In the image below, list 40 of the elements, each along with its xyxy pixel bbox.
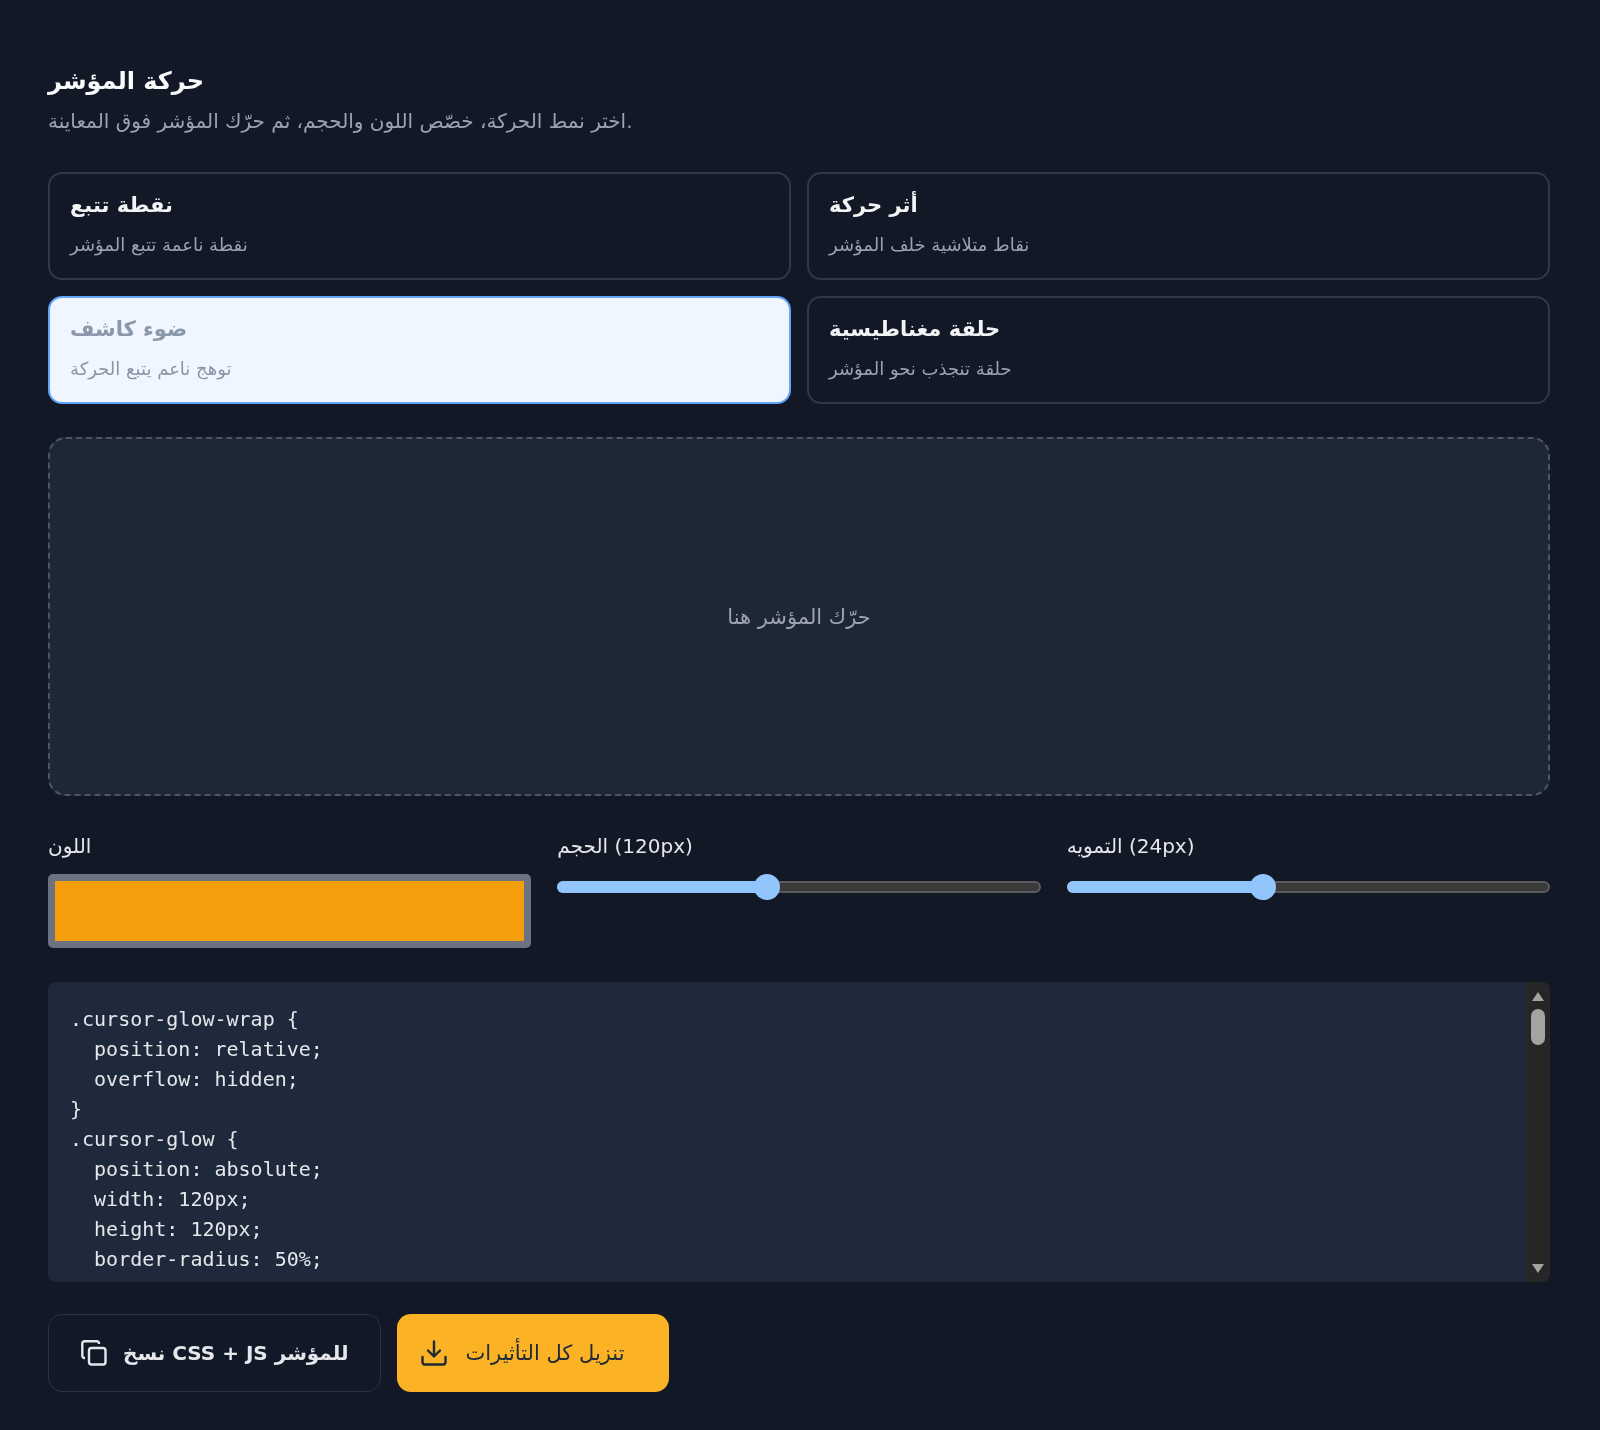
code-line: border-radius: 50%; (93, 1246, 323, 1273)
mode-title: أثر حركة (829, 190, 918, 219)
scrollbar-thumb[interactable] (1531, 1009, 1545, 1045)
download-button[interactable]: تنزيل كل التأثيرات (397, 1314, 669, 1392)
code-line: height: 120px; (93, 1216, 263, 1243)
mode-description: توهج ناعم يتبع الحركة (70, 357, 232, 382)
code-line: } (70, 1096, 83, 1123)
preview-area[interactable]: حرّك المؤشر هنا (48, 437, 1550, 796)
slider[interactable] (557, 874, 1041, 900)
mode-description: نقطة ناعمة تتبع المؤشر (70, 233, 248, 258)
code-line: .cursor-glow { (70, 1126, 239, 1153)
mode-title: حلقة مغناطيسية (829, 316, 1001, 343)
page-title: حركة المؤشر (48, 66, 204, 97)
color-picker[interactable] (48, 874, 532, 948)
copy-icon (81, 1340, 107, 1366)
down-triangle-icon[interactable] (1532, 1264, 1544, 1273)
mode-description: حلقة تنجذب نحو المؤشر (829, 357, 1012, 382)
mode-card[interactable]: نقطة تتبع نقطة ناعمة تتبع المؤشر (48, 172, 791, 280)
code-line: .cursor-glow-wrap { (70, 1006, 299, 1033)
copy-button[interactable]: نسخ CSS + JS للمؤشر (48, 1314, 382, 1392)
control-label: اللون (48, 833, 92, 860)
slider-thumb[interactable] (1249, 874, 1276, 900)
download-icon (421, 1340, 448, 1366)
mode-card[interactable]: أثر حركة نقاط متلاشية خلف المؤشر (807, 172, 1550, 280)
slider[interactable] (1066, 874, 1550, 900)
code-line: position: absolute; (93, 1156, 323, 1183)
page-subtitle: اختر نمط الحركة، خصّص اللون والحجم، ثم حرّك المؤشر فوق المعاينة. (48, 108, 633, 135)
preview-hint: حرّك المؤشر هنا (727, 604, 871, 629)
mode-title: ضوء كاشف (70, 316, 188, 343)
slider-thumb[interactable] (754, 874, 780, 900)
control-label: الحجم (120px) (557, 833, 693, 860)
mode-description: نقاط متلاشية خلف المؤشر (829, 233, 1030, 258)
code-line: width: 120px; (93, 1186, 251, 1213)
scrollbar[interactable] (1526, 982, 1550, 1282)
code-line: overflow: hidden; (93, 1066, 299, 1093)
mode-title: نقطة تتبع (70, 192, 173, 219)
control-label: التمويه (24px) (1066, 833, 1195, 860)
up-triangle-icon[interactable] (1532, 992, 1544, 1001)
code-line: position: relative; (93, 1036, 323, 1063)
mode-card[interactable]: حلقة مغناطيسية حلقة تنجذب نحو المؤشر (807, 296, 1550, 404)
